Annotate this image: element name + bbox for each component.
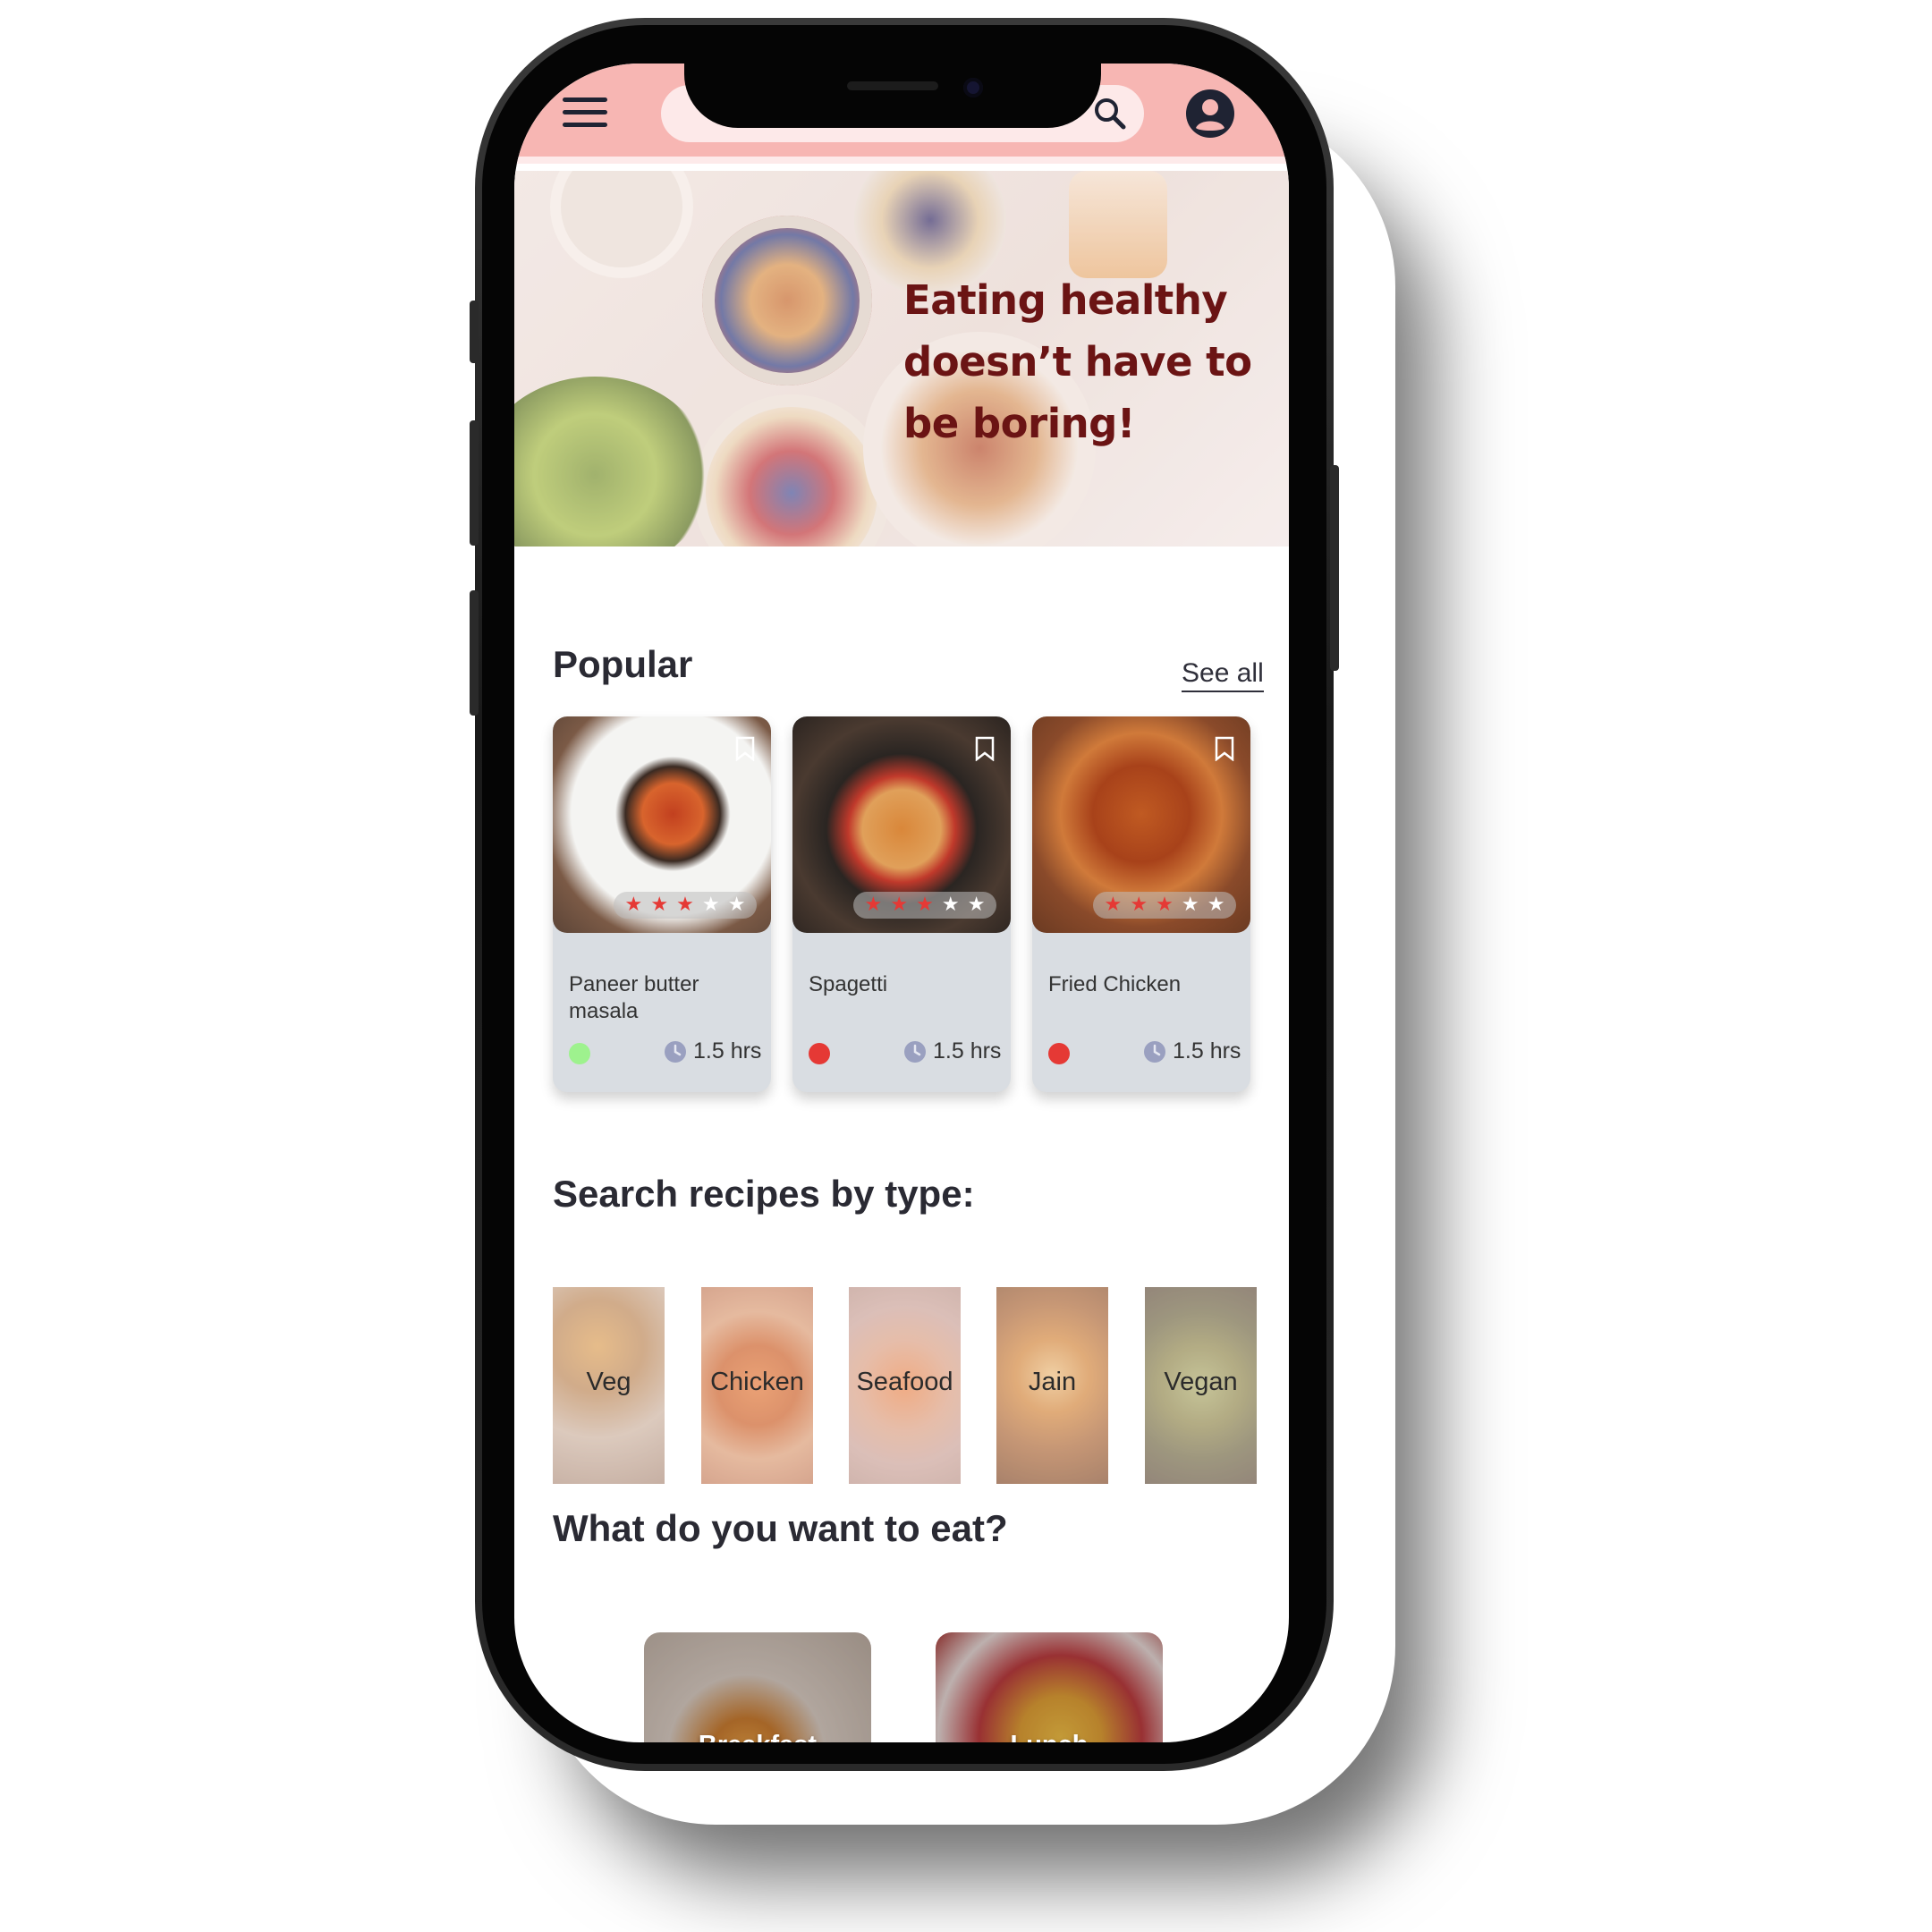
type-label: Veg [586, 1368, 631, 1396]
star-empty-icon: ★ [701, 894, 720, 916]
star-rating: ★ ★ ★ ★ ★ [1093, 892, 1236, 919]
star-filled-icon: ★ [916, 894, 934, 916]
meal-tile-lunch[interactable]: Lunch [936, 1632, 1163, 1742]
star-rating: ★ ★ ★ ★ ★ [614, 892, 757, 919]
clock-icon [904, 1040, 926, 1063]
popular-title: Popular [553, 643, 693, 685]
phone-frame: Eating healthy doesn’t have to be boring… [470, 18, 1339, 1771]
bookmark-icon[interactable] [975, 736, 995, 761]
hero-banner: Eating healthy doesn’t have to be boring… [514, 171, 1289, 547]
app-screen: Eating healthy doesn’t have to be boring… [514, 64, 1289, 1742]
cook-time: 1.5 hrs [664, 1038, 761, 1064]
type-tile-jain[interactable]: Jain [996, 1287, 1108, 1484]
hamburger-menu-icon[interactable] [563, 97, 607, 130]
cook-time-value: 1.5 hrs [693, 1038, 762, 1063]
meal-tile-breakfast[interactable]: Breakfast [644, 1632, 871, 1742]
search-icon[interactable] [1090, 94, 1130, 133]
hero-tagline-line-3: be boring! [903, 400, 1135, 447]
hero-tagline-line-2: doesn’t have to [903, 338, 1252, 386]
star-filled-icon: ★ [650, 894, 669, 916]
recipe-card[interactable]: ★ ★ ★ ★ ★ Spagetti 1.5 hrs [792, 716, 1011, 1092]
recipe-name: Spagetti [809, 972, 888, 996]
type-tile-veg[interactable]: Veg [553, 1287, 665, 1484]
star-filled-icon: ★ [1156, 894, 1174, 916]
star-empty-icon: ★ [967, 894, 986, 916]
power-button [1330, 465, 1339, 671]
cook-time-value: 1.5 hrs [933, 1038, 1002, 1063]
type-tile-seafood[interactable]: Seafood [849, 1287, 961, 1484]
star-filled-icon: ★ [676, 894, 694, 916]
cook-time: 1.5 hrs [903, 1038, 1001, 1064]
front-camera [963, 78, 983, 97]
non-veg-indicator-dot [1048, 1043, 1070, 1064]
star-filled-icon: ★ [1104, 894, 1123, 916]
profile-avatar-icon[interactable] [1185, 89, 1235, 139]
star-empty-icon: ★ [941, 894, 960, 916]
meal-label: Breakfast [644, 1731, 871, 1742]
type-label: Jain [1028, 1368, 1077, 1396]
star-empty-icon: ★ [727, 894, 746, 916]
mute-switch [470, 301, 479, 363]
volume-up-button [470, 420, 479, 546]
cook-time: 1.5 hrs [1143, 1038, 1241, 1064]
type-tile-chicken[interactable]: Chicken [701, 1287, 813, 1484]
recipe-name: Fried Chicken [1048, 972, 1182, 996]
type-section-title: Search recipes by type: [553, 1173, 975, 1215]
star-rating: ★ ★ ★ ★ ★ [853, 892, 996, 919]
bookmark-icon[interactable] [1215, 736, 1234, 761]
hero-tagline-line-1: Eating healthy [903, 276, 1228, 324]
meal-section-title: What do you want to eat? [553, 1507, 1008, 1549]
type-label: Chicken [710, 1368, 804, 1396]
clock-icon [665, 1040, 686, 1063]
recipe-card[interactable]: ★ ★ ★ ★ ★ Fried Chicken 1.5 hrs [1032, 716, 1250, 1092]
star-filled-icon: ★ [1130, 894, 1148, 916]
see-all-link[interactable]: See all [1182, 658, 1264, 692]
clock-icon [1144, 1040, 1165, 1063]
meal-label: Lunch [936, 1731, 1163, 1742]
notch [684, 64, 1101, 128]
hero-tagline: Eating healthy doesn’t have to be boring… [903, 269, 1279, 454]
star-empty-icon: ★ [1207, 894, 1225, 916]
recipe-name: Paneer butter masala [569, 972, 699, 1023]
star-filled-icon: ★ [624, 894, 643, 916]
star-empty-icon: ★ [1181, 894, 1199, 916]
veg-indicator-dot [569, 1043, 590, 1064]
non-veg-indicator-dot [809, 1043, 830, 1064]
recipe-card[interactable]: ★ ★ ★ ★ ★ Paneer butter masala 1.5 hrs [553, 716, 771, 1092]
cook-time-value: 1.5 hrs [1173, 1038, 1241, 1063]
star-filled-icon: ★ [890, 894, 909, 916]
bookmark-icon[interactable] [735, 736, 755, 761]
type-label: Vegan [1164, 1368, 1238, 1396]
speaker-grille [847, 81, 938, 90]
type-label: Seafood [856, 1368, 953, 1396]
volume-down-button [470, 590, 479, 716]
type-tile-vegan[interactable]: Vegan [1145, 1287, 1257, 1484]
star-filled-icon: ★ [864, 894, 883, 916]
